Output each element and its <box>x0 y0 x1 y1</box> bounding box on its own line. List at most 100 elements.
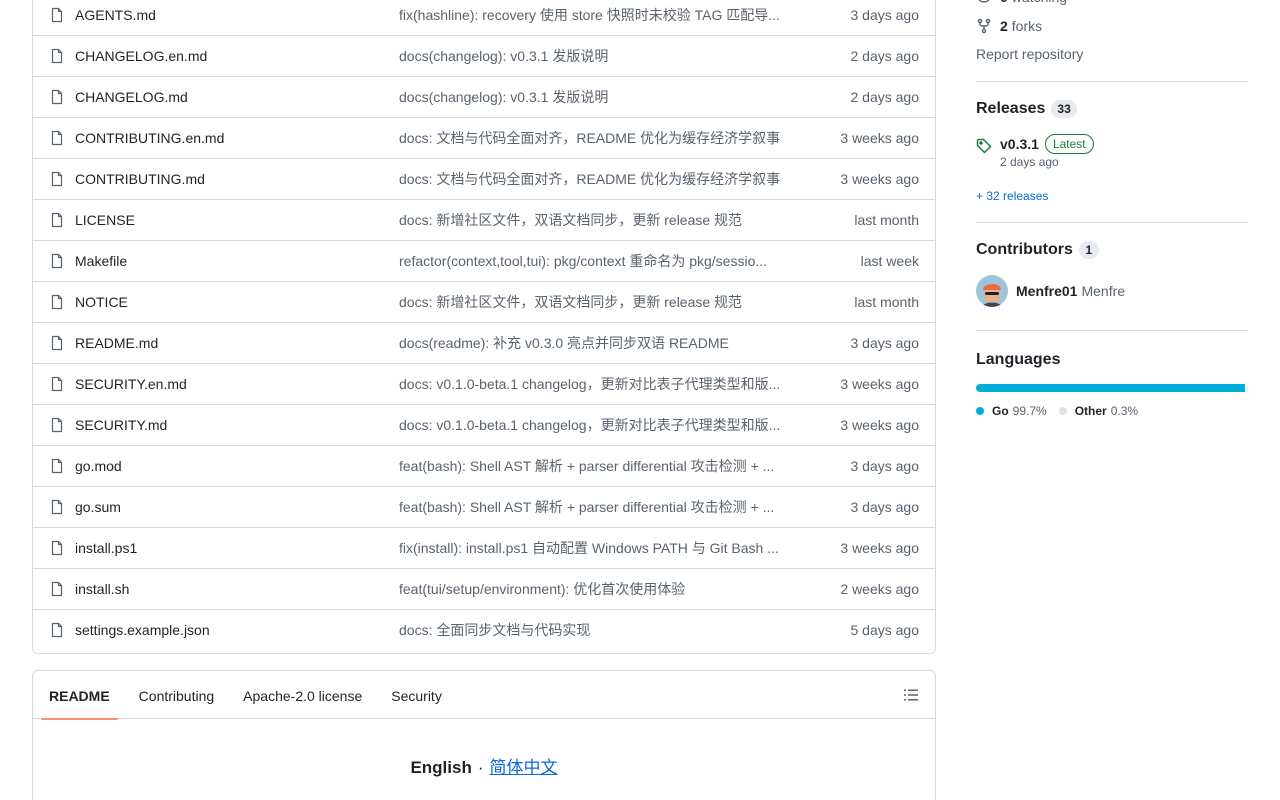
latest-release[interactable]: v0.3.1 Latest 2 days ago <box>976 134 1094 169</box>
fork-icon <box>977 18 991 34</box>
contributor-name: Menfre <box>1081 283 1126 299</box>
file-name-link[interactable]: SECURITY.md <box>75 417 399 433</box>
language-percent: 99.7% <box>1012 404 1047 418</box>
release-time: 2 days ago <box>1000 155 1059 169</box>
table-row[interactable]: LICENSE docs: 新增社区文件，双语文档同步，更新 release 规范… <box>33 199 935 240</box>
file-name-link[interactable]: README.md <box>75 335 399 351</box>
file-name-link[interactable]: LICENSE <box>75 212 399 228</box>
file-icon <box>49 540 65 556</box>
file-name-link[interactable]: go.mod <box>75 458 399 474</box>
file-name-link[interactable]: CHANGELOG.en.md <box>75 48 399 64</box>
language-english: English <box>410 758 472 777</box>
commit-message-link[interactable]: fix(hashline): recovery 使用 store 快照时未校验 … <box>399 5 787 25</box>
sidebar-divider <box>976 81 1248 82</box>
sidebar-divider <box>976 222 1248 223</box>
table-row[interactable]: CONTRIBUTING.en.md docs: 文档与代码全面对齐，README… <box>33 117 935 158</box>
commit-time: 3 weeks ago <box>840 376 919 392</box>
more-releases-link[interactable]: + 32 releases <box>976 189 1048 203</box>
commit-message-link[interactable]: docs: 全面同步文档与代码实现 <box>399 620 787 640</box>
readme-box: README Contributing Apache-2.0 license S… <box>32 670 936 800</box>
file-icon <box>49 376 65 392</box>
commit-time: 3 days ago <box>850 458 920 474</box>
commit-time: last week <box>860 253 919 269</box>
commit-message-link[interactable]: feat(bash): Shell AST 解析 + parser differ… <box>399 456 787 476</box>
table-row[interactable]: install.ps1 fix(install): install.ps1 自动配… <box>33 527 935 568</box>
file-name-link[interactable]: CHANGELOG.md <box>75 89 399 105</box>
commit-message-link[interactable]: docs: v0.1.0-beta.1 changelog，更新对比表子代理类型… <box>399 374 787 394</box>
commit-time: last month <box>854 212 919 228</box>
file-name-link[interactable]: AGENTS.md <box>75 7 399 23</box>
language-item[interactable]: Other 0.3% <box>1058 404 1138 418</box>
commit-message-link[interactable]: docs(changelog): v0.3.1 发版说明 <box>399 46 787 66</box>
table-row[interactable]: NOTICE docs: 新增社区文件，双语文档同步，更新 release 规范 l… <box>33 281 935 322</box>
table-row[interactable]: SECURITY.en.md docs: v0.1.0-beta.1 change… <box>33 363 935 404</box>
contributors-heading[interactable]: Contributors 1 <box>976 241 1099 259</box>
table-row[interactable]: CONTRIBUTING.md docs: 文档与代码全面对齐，README 优化… <box>33 158 935 199</box>
language-color-dot <box>976 407 984 415</box>
tab-readme[interactable]: README <box>41 671 118 720</box>
file-icon <box>49 581 65 597</box>
commit-message-link[interactable]: docs: 新增社区文件，双语文档同步，更新 release 规范 <box>399 210 787 230</box>
watching-stat[interactable]: 0watching <box>976 0 1067 7</box>
tab-license[interactable]: Apache-2.0 license <box>235 671 370 719</box>
commit-time: 3 weeks ago <box>840 540 919 556</box>
file-name-link[interactable]: CONTRIBUTING.md <box>75 171 399 187</box>
table-row[interactable]: Makefile refactor(context,tool,tui): pkg/… <box>33 240 935 281</box>
file-name-link[interactable]: install.sh <box>75 581 399 597</box>
contributors-count: 1 <box>1078 241 1099 259</box>
tab-contributing[interactable]: Contributing <box>131 671 223 719</box>
forks-stat[interactable]: 2 forks <box>976 16 1042 36</box>
releases-heading[interactable]: Releases 33 <box>976 100 1077 118</box>
commit-message-link[interactable]: fix(install): install.ps1 自动配置 Windows P… <box>399 538 787 558</box>
table-row[interactable]: SECURITY.md docs: v0.1.0-beta.1 changelog… <box>33 404 935 445</box>
table-row[interactable]: go.sum feat(bash): Shell AST 解析 + parser … <box>33 486 935 527</box>
table-row[interactable]: CHANGELOG.en.md docs(changelog): v0.3.1 发… <box>33 35 935 76</box>
commit-time: 2 days ago <box>850 89 920 105</box>
commit-message-link[interactable]: refactor(context,tool,tui): pkg/context … <box>399 251 787 271</box>
table-row[interactable]: CHANGELOG.md docs(changelog): v0.3.1 发版说明… <box>33 76 935 117</box>
file-name-link[interactable]: settings.example.json <box>75 622 399 638</box>
table-row[interactable]: install.sh feat(tui/setup/environment): 优… <box>33 568 935 609</box>
language-separator: · <box>477 758 484 777</box>
file-name-link[interactable]: Makefile <box>75 253 399 269</box>
commit-message-link[interactable]: docs: 新增社区文件，双语文档同步，更新 release 规范 <box>399 292 787 312</box>
table-row[interactable]: go.mod feat(bash): Shell AST 解析 + parser … <box>33 445 935 486</box>
file-icon <box>49 171 65 187</box>
contributor-login[interactable]: Menfre01 <box>1016 283 1077 299</box>
language-chinese-link[interactable]: 简体中文 <box>490 758 558 777</box>
outline-list-icon[interactable] <box>903 687 919 703</box>
file-name-link[interactable]: install.ps1 <box>75 540 399 556</box>
contributor-item[interactable]: Menfre01 Menfre <box>976 275 1125 307</box>
readme-tabs: README Contributing Apache-2.0 license S… <box>33 671 935 720</box>
language-name: Go <box>992 404 1009 418</box>
avatar[interactable] <box>976 275 1008 307</box>
language-bar <box>976 384 1248 392</box>
commit-time: 3 days ago <box>850 335 920 351</box>
language-name: Other <box>1074 404 1107 418</box>
table-row[interactable]: README.md docs(readme): 补充 v0.3.0 亮点并同步双语… <box>33 322 935 363</box>
tag-icon <box>976 138 992 154</box>
commit-message-link[interactable]: docs(readme): 补充 v0.3.0 亮点并同步双语 README <box>399 333 787 353</box>
eye-icon <box>978 0 990 3</box>
release-tag[interactable]: v0.3.1 <box>1000 136 1039 152</box>
language-item[interactable]: Go 99.7% <box>976 404 1047 418</box>
file-icon <box>49 294 65 310</box>
tab-security[interactable]: Security <box>383 671 450 719</box>
table-row[interactable]: settings.example.json docs: 全面同步文档与代码实现 5 … <box>33 609 935 650</box>
commit-message-link[interactable]: docs: v0.1.0-beta.1 changelog，更新对比表子代理类型… <box>399 415 787 435</box>
file-name-link[interactable]: SECURITY.en.md <box>75 376 399 392</box>
commit-message-link[interactable]: docs(changelog): v0.3.1 发版说明 <box>399 87 787 107</box>
commit-message-link[interactable]: feat(bash): Shell AST 解析 + parser differ… <box>399 497 787 517</box>
commit-message-link[interactable]: feat(tui/setup/environment): 优化首次使用体验 <box>399 579 787 599</box>
table-row[interactable]: AGENTS.md fix(hashline): recovery 使用 stor… <box>33 0 935 35</box>
commit-time: last month <box>854 294 919 310</box>
languages-heading: Languages <box>976 351 1061 368</box>
commit-message-link[interactable]: docs: 文档与代码全面对齐，README 优化为缓存经济学叙事 <box>399 128 787 148</box>
report-repository-link[interactable]: Report repository <box>976 46 1083 62</box>
file-name-link[interactable]: go.sum <box>75 499 399 515</box>
commit-message-link[interactable]: docs: 文档与代码全面对齐，README 优化为缓存经济学叙事 <box>399 169 787 189</box>
file-list: AGENTS.md fix(hashline): recovery 使用 stor… <box>32 0 936 654</box>
file-name-link[interactable]: NOTICE <box>75 294 399 310</box>
file-icon <box>49 253 65 269</box>
file-name-link[interactable]: CONTRIBUTING.en.md <box>75 130 399 146</box>
